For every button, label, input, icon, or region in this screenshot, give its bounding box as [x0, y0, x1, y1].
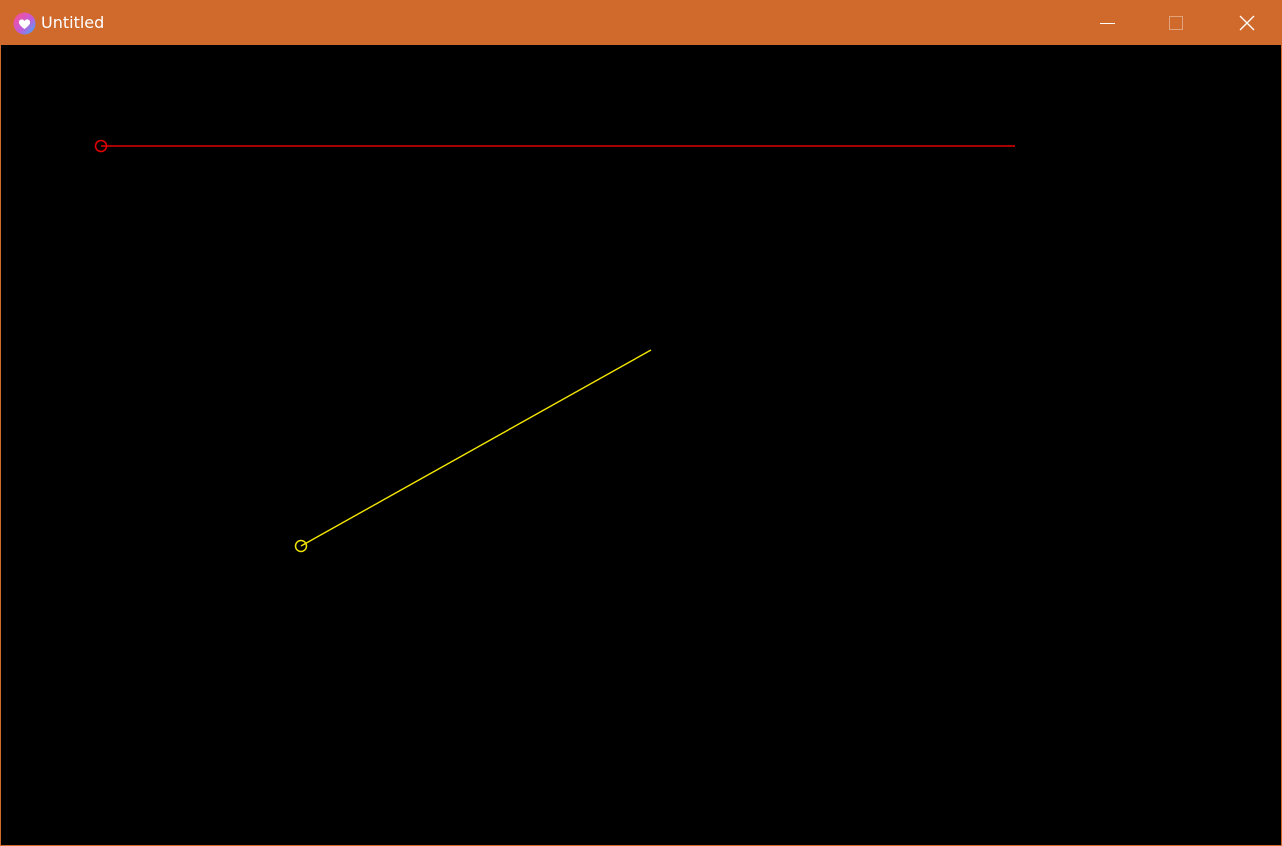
window-title: Untitled: [41, 13, 105, 32]
heart-app-icon: [13, 12, 36, 35]
drawing-surface: [94, 139, 1016, 553]
yellow-line-shape[interactable]: [294, 349, 652, 553]
title-bar[interactable]: Untitled: [1, 1, 1281, 45]
minimize-button[interactable]: [1073, 1, 1141, 45]
minimize-icon: [1100, 23, 1115, 24]
yellow-line[interactable]: [300, 349, 652, 547]
maximize-button[interactable]: [1142, 1, 1210, 45]
close-button[interactable]: [1212, 1, 1280, 45]
app-window: Untitled: [0, 0, 1282, 846]
drawing-canvas[interactable]: [1, 45, 1281, 845]
close-icon: [1239, 15, 1255, 31]
red-line-shape[interactable]: [94, 139, 1016, 153]
maximize-icon: [1169, 16, 1183, 30]
